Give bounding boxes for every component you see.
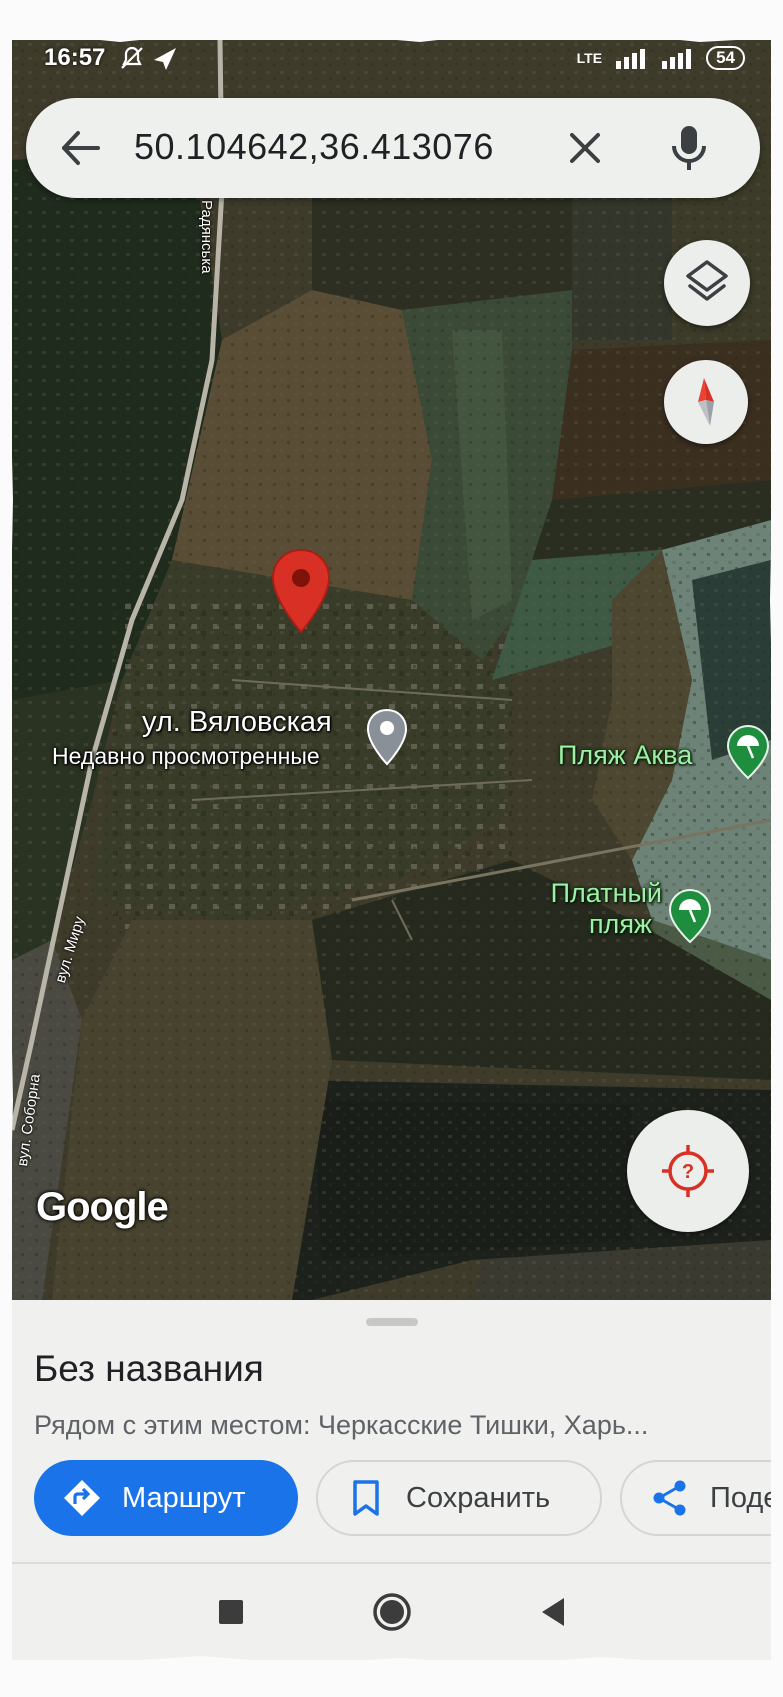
lte-label: LTE [576,50,603,66]
compass-icon [698,378,714,426]
recently-viewed-label: Недавно просмотренные [52,743,320,769]
system-nav-bar [12,1564,771,1660]
my-location-icon: ? [662,1145,714,1197]
phone-screen: Радянська вул. Миру вул. Соборна ул. Вял… [12,40,771,1660]
map-layers-button[interactable] [664,240,750,326]
bell-off-icon [121,46,176,70]
status-time: 16:57 [44,44,106,71]
save-button[interactable]: Сохранить [316,1460,602,1536]
microphone-icon[interactable] [664,122,714,174]
status-right-icons: LTE 54 [577,46,745,70]
place-title: Без названия [34,1348,264,1389]
bookmark-icon [353,1480,379,1516]
poi-label-platnyi-plyazh[interactable]: Платный пляж [532,878,662,940]
search-bar[interactable]: 50.104642,36.413076 [26,98,760,198]
signal-roaming-icon [662,49,692,69]
recent-apps-icon[interactable] [216,1586,246,1636]
home-icon[interactable] [368,1586,416,1636]
battery-indicator: 54 [706,46,745,70]
my-location-button[interactable]: ? [627,1110,749,1232]
close-icon[interactable] [562,125,608,171]
directions-icon [64,1480,100,1516]
signal-icon [616,49,646,69]
route-button-label: Маршрут [122,1481,246,1514]
search-query[interactable]: 50.104642,36.413076 [134,126,494,168]
poi-label-plyazh-akva[interactable]: Пляж Аква [558,740,692,771]
back-icon[interactable] [536,1586,570,1636]
beach-poi-icon[interactable] [726,724,770,780]
status-notification-icons [120,44,180,79]
route-button[interactable]: Маршрут [34,1460,298,1536]
road-label-radyanska: Радянська [198,200,215,274]
back-arrow-icon[interactable] [56,123,106,173]
svg-text:?: ? [682,1161,694,1183]
compass-button[interactable] [664,360,748,444]
poi-label-line-2: пляж [588,909,652,939]
place-bottom-sheet[interactable]: Без названия Рядом с этим местом: Черкас… [12,1300,771,1562]
place-nearby-text: Рядом с этим местом: Черкасские Тишки, Х… [34,1410,649,1440]
poi-label-line-1: Платный [550,878,662,908]
satellite-map[interactable]: Радянська вул. Миру вул. Соборна ул. Вял… [12,40,771,1300]
street-name-label[interactable]: ул. Вяловская [142,706,332,739]
share-button[interactable]: Поде [620,1460,771,1536]
dropped-pin-icon[interactable] [270,548,332,634]
beach-poi-icon[interactable] [668,888,712,944]
recent-place-pin-icon[interactable] [366,708,408,766]
layers-icon [686,260,728,301]
save-button-label: Сохранить [406,1481,551,1514]
share-button-label: Поде [710,1481,771,1514]
google-attribution: Google [36,1185,169,1229]
sheet-drag-handle[interactable] [366,1318,418,1326]
status-bar: 16:57 LTE 54 [12,40,771,80]
share-icon [653,1480,686,1516]
